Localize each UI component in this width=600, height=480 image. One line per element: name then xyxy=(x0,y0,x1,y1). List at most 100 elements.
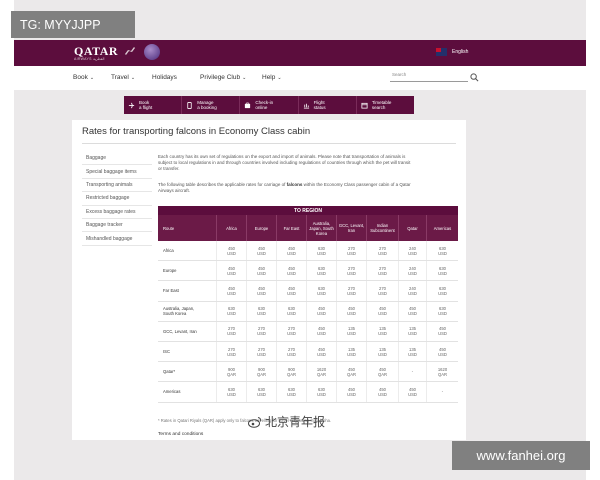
chevron-down-icon: ⌄ xyxy=(277,75,282,81)
rate-cell: 450 USD xyxy=(398,382,426,402)
rate-cell: 450 USD xyxy=(276,241,306,261)
rate-cell: 900 QAR xyxy=(246,362,276,382)
rate-cell: 630 USD xyxy=(306,241,336,261)
route-cell: Australia, Japan, South Korea xyxy=(163,306,195,317)
table-body: Africa 450 USD 450 USD 450 USD 630 USD 270 US… xyxy=(158,241,458,403)
search-icon[interactable] xyxy=(470,73,479,82)
rate-cell: 270 USD xyxy=(366,281,398,301)
intro-paragraph-1: Each country has its own set of regulati… xyxy=(158,154,411,171)
rate-cell: 270 USD xyxy=(276,321,306,341)
rate-cell: 450 QAR xyxy=(366,362,398,382)
quick-link-book-flight[interactable]: Book a flight xyxy=(124,96,183,114)
table-header-row: Route Africa Europe Far East Australia, Japa… xyxy=(158,215,458,241)
table-row: GCC, Levant, Iran 270 USD 270 USD 270 USD 45… xyxy=(158,321,458,342)
rate-cell: 450 USD xyxy=(276,261,306,281)
column-header: Indian Subcontinent xyxy=(366,215,398,241)
rate-cell: 450 USD xyxy=(426,321,458,341)
rate-cell: 630 USD xyxy=(306,261,336,281)
rate-cell: - xyxy=(398,362,426,382)
rate-cell: 450 USD xyxy=(398,301,426,321)
quick-link-check-in[interactable]: Check-in online xyxy=(240,96,299,114)
rate-cell: 135 USD xyxy=(366,341,398,362)
rate-cell: 270 USD xyxy=(216,321,246,341)
rate-cell: 135 USD xyxy=(366,321,398,341)
rate-cell: 450 QAR xyxy=(336,362,366,382)
rate-cell: 1620 QAR xyxy=(426,362,458,382)
nav-item-privilege-club[interactable]: Privilege Club ⌄ xyxy=(200,74,246,81)
rate-cell: 270 USD xyxy=(366,241,398,261)
chevron-down-icon: ⌄ xyxy=(130,75,136,81)
sidebar-item-baggage[interactable]: Baggage xyxy=(82,152,152,166)
calendar-icon xyxy=(361,102,368,109)
rate-cell: 450 USD xyxy=(246,241,276,261)
rate-cell: 270 USD xyxy=(246,321,276,341)
sidebar: Baggage Special baggage items Transporti… xyxy=(82,152,152,246)
sidebar-item-restricted-baggage[interactable]: Restricted baggage xyxy=(82,192,152,206)
rate-cell: 270 USD xyxy=(246,341,276,362)
phone-icon xyxy=(187,101,192,109)
rate-cell: 450 USD xyxy=(306,341,336,362)
quick-link-flight-status[interactable]: Flight status xyxy=(299,96,357,114)
rate-cell: 270 USD xyxy=(336,281,366,301)
status-icon xyxy=(303,103,309,109)
route-cell: ISC xyxy=(163,349,170,355)
sidebar-item-baggage-tracker[interactable]: Baggage tracker xyxy=(82,219,152,233)
sidebar-item-excess-baggage[interactable]: Excess baggage rates xyxy=(82,206,152,219)
quick-link-manage-booking[interactable]: Manage a booking xyxy=(182,96,241,114)
table-row: Africa 450 USD 450 USD 450 USD 630 USD 270 US… xyxy=(158,241,458,262)
column-header: Australia, Japan, South Korea xyxy=(306,215,336,241)
plane-icon xyxy=(128,102,135,108)
search-input[interactable]: Search xyxy=(392,72,406,77)
rate-cell: 630 USD xyxy=(426,301,458,321)
rate-cell: 630 USD xyxy=(306,281,336,301)
rate-cell: 630 USD xyxy=(306,382,336,402)
main-nav: Book ⌄ Travel ⌄ Holidays Privilege Club ⌄ H… xyxy=(14,66,586,90)
chevron-down-icon: ⌄ xyxy=(242,75,247,81)
quick-link-timetable[interactable]: Timetable search xyxy=(357,96,414,114)
page-title: Rates for transporting falcons in Econom… xyxy=(82,126,311,137)
sidebar-item-transporting-animals[interactable]: Transporting animals xyxy=(82,179,152,193)
column-header: GCC, Levant, Iran xyxy=(336,215,366,241)
to-region-header: TO REGION xyxy=(158,206,458,215)
route-cell: Africa xyxy=(163,248,174,254)
language-selector[interactable]: English xyxy=(452,49,468,55)
quick-links-bar: Book a flight Manage a booking Check-in … xyxy=(124,96,414,114)
rate-cell: 240 USD xyxy=(398,261,426,281)
rate-cell: 1620 QAR xyxy=(306,362,336,382)
nav-item-travel[interactable]: Travel ⌄ xyxy=(111,74,135,81)
nav-item-book[interactable]: Book ⌄ xyxy=(73,74,94,81)
chevron-down-icon: ⌄ xyxy=(89,75,95,81)
rate-cell: 630 USD xyxy=(276,382,306,402)
rate-cell: 450 USD xyxy=(426,341,458,362)
rate-cell: 450 USD xyxy=(216,241,246,261)
watermark-top-left: TG: MYYJJPP xyxy=(11,11,135,38)
terms-and-conditions-link[interactable]: Terms and conditions xyxy=(158,432,203,437)
weibo-icon xyxy=(248,416,262,428)
rate-cell: 450 USD xyxy=(336,301,366,321)
rate-cell: 270 USD xyxy=(336,241,366,261)
rate-cell: 630 USD xyxy=(426,241,458,261)
nav-item-holidays[interactable]: Holidays xyxy=(152,74,177,81)
table-row: Far East 450 USD 450 USD 450 USD 630 USD 270 … xyxy=(158,281,458,302)
falcon-rates-table: TO REGION Route Africa Europe Far East Austr… xyxy=(158,206,458,403)
sidebar-item-special-baggage[interactable]: Special baggage items xyxy=(82,165,152,179)
rate-cell: 270 USD xyxy=(276,341,306,362)
rate-cell: 135 USD xyxy=(336,321,366,341)
rate-cell: 450 USD xyxy=(366,301,398,321)
column-header: Africa xyxy=(216,215,246,241)
route-cell: Europe xyxy=(163,268,177,274)
flag-icon[interactable] xyxy=(436,48,447,56)
rate-cell: 135 USD xyxy=(398,321,426,341)
rate-cell: 450 USD xyxy=(306,321,336,341)
sidebar-item-mishandled-baggage[interactable]: Mishandled baggage xyxy=(82,232,152,246)
rate-cell: 450 USD xyxy=(336,382,366,402)
checkin-icon xyxy=(245,102,251,108)
rate-cell: 450 USD xyxy=(276,281,306,301)
column-header: Americas xyxy=(426,215,458,241)
rate-cell: 630 USD xyxy=(426,281,458,301)
table-row: Americas 630 USD 630 USD 630 USD 630 USD 450 … xyxy=(158,382,458,403)
nav-item-help[interactable]: Help ⌄ xyxy=(262,74,282,81)
route-cell: Qatar* xyxy=(163,369,176,375)
rate-cell: 240 USD xyxy=(398,281,426,301)
column-header: Far East xyxy=(276,215,306,241)
